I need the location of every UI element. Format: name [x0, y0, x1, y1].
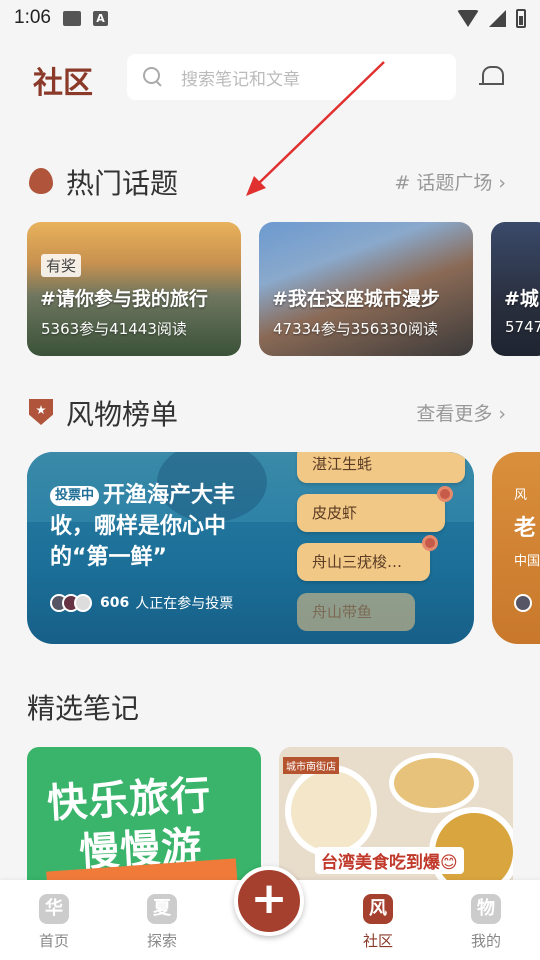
annotation-arrow	[246, 61, 385, 196]
